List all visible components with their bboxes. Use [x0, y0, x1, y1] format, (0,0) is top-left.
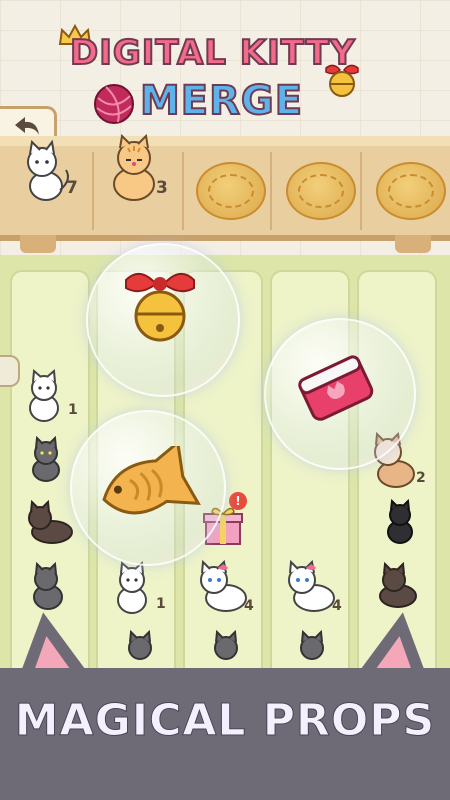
board-count: 2: [416, 470, 426, 486]
shelf-peg: [395, 235, 431, 253]
bell-icon[interactable]: [118, 266, 202, 354]
cushion-icon: [196, 162, 266, 220]
gray-cat-icon: [206, 629, 246, 664]
gray-cat-icon: [120, 629, 160, 664]
game-title-line2: MERGE: [139, 77, 304, 125]
yarn-ball-icon: [92, 82, 136, 130]
cushion-icon: [286, 162, 356, 220]
white-cat-icon[interactable]: [110, 560, 156, 620]
board-count: 4: [244, 598, 254, 614]
taiyaki-icon[interactable]: [92, 439, 202, 530]
board-count: 1: [156, 596, 166, 612]
cushion-icon: [376, 162, 446, 220]
title-bell-icon: [322, 62, 362, 102]
gray-cat-icon[interactable]: [26, 561, 72, 616]
shelf-peg: [20, 235, 56, 253]
shelf-count-1: 7: [66, 178, 78, 198]
black-cat-icon[interactable]: [380, 498, 420, 550]
board-count: 4: [332, 598, 342, 614]
board-count: 1: [68, 402, 78, 418]
gift-alert-badge: !: [229, 492, 247, 510]
brown-cat-icon[interactable]: [24, 499, 76, 550]
gray-cat-icon[interactable]: [26, 435, 68, 488]
white-cat-icon[interactable]: [22, 368, 68, 428]
footer-caption: MAGICAL PROPS: [14, 695, 436, 747]
shelf-count-2: 3: [156, 178, 168, 198]
brown-cat-icon[interactable]: [372, 561, 424, 614]
side-cat-tab[interactable]: [0, 355, 20, 387]
gray-cat-icon: [292, 629, 332, 664]
orange-kitten-icon[interactable]: [104, 133, 164, 208]
game-title-line1: DIGITAL KITTY: [69, 32, 356, 74]
eraser-icon[interactable]: [292, 348, 382, 432]
